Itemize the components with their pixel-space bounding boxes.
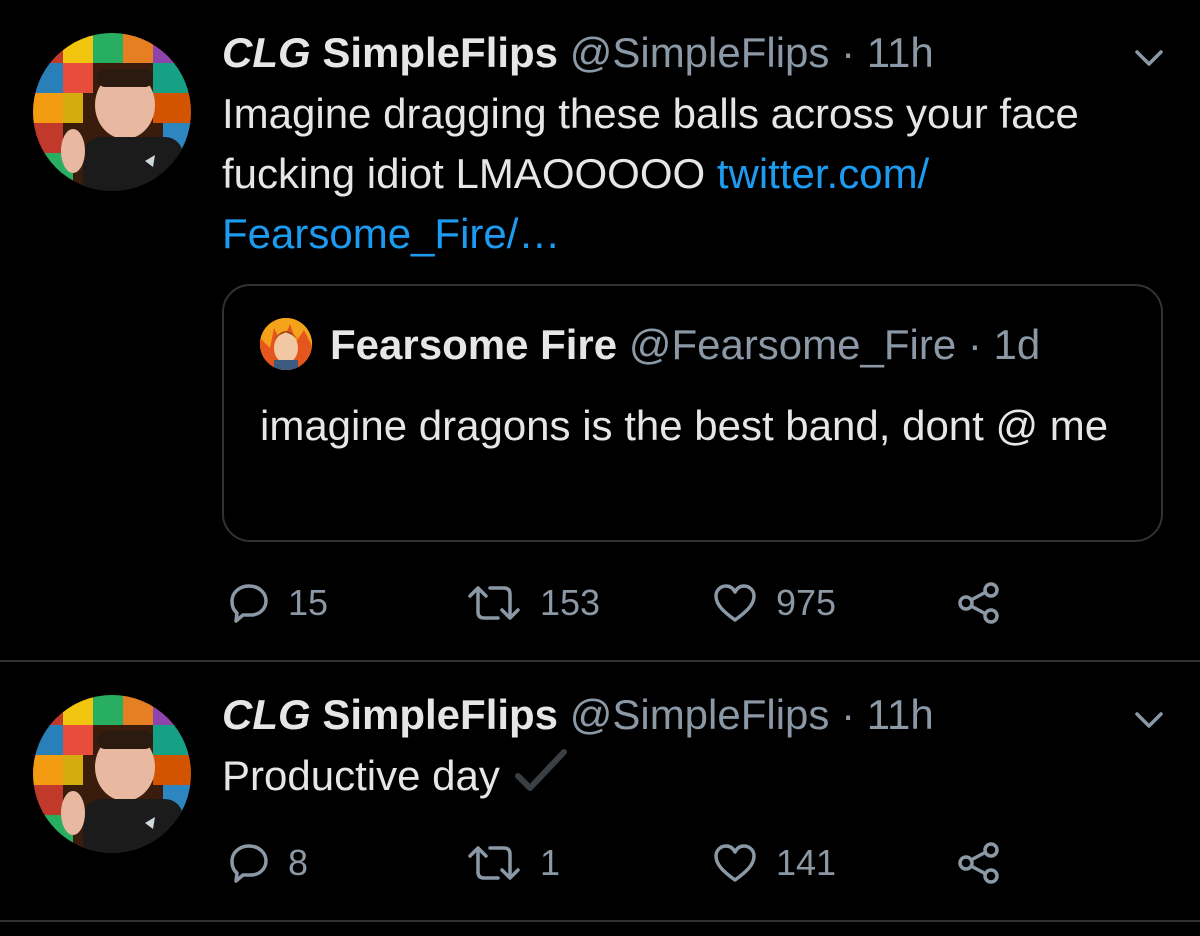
tweet[interactable]: CLG SimpleFlips @SimpleFlips · 11h Produ…: [0, 662, 1200, 920]
chevron-down-icon[interactable]: [1133, 708, 1165, 737]
reply-count: 8: [288, 842, 309, 883]
reply-button[interactable]: 8: [228, 842, 308, 884]
heart-icon: [712, 842, 758, 884]
name-prefix: CLG: [222, 691, 311, 738]
tweet-divider: [0, 920, 1200, 922]
retweet-button[interactable]: 1: [466, 842, 560, 884]
tweet-text: Imagine dragging these balls across your…: [222, 84, 1142, 264]
handle-and-time[interactable]: @SimpleFlips · 11h: [570, 691, 934, 738]
heart-icon: [712, 582, 758, 624]
retweet-button[interactable]: 153: [466, 582, 600, 624]
share-icon: [956, 840, 1002, 886]
like-button[interactable]: 141: [712, 842, 836, 884]
tweet-body: Productive day: [222, 752, 500, 799]
like-count: 975: [776, 582, 837, 623]
tweet[interactable]: CLG SimpleFlips @SimpleFlips · 11h Imagi…: [0, 0, 1200, 660]
quote-display-name[interactable]: Fearsome Fire: [330, 321, 617, 368]
quote-header: Fearsome Fire @Fearsome_Fire · 1d: [330, 320, 1040, 370]
share-button[interactable]: [956, 840, 1020, 886]
retweet-count: 153: [540, 582, 601, 623]
tweet-text: Productive day: [222, 746, 1142, 810]
avatar[interactable]: [260, 318, 312, 370]
share-icon: [956, 580, 1002, 626]
quote-text: imagine dragons is the best band, dont @…: [260, 402, 1109, 449]
share-button[interactable]: [956, 580, 1020, 626]
avatar[interactable]: [33, 33, 191, 191]
like-button[interactable]: 975: [712, 582, 836, 624]
name-prefix: CLG: [222, 29, 311, 76]
tweet-header: CLG SimpleFlips @SimpleFlips · 11h: [222, 690, 934, 740]
reply-count: 15: [288, 582, 329, 623]
reply-button[interactable]: 15: [228, 582, 328, 624]
checkmark-icon: [514, 748, 568, 810]
chevron-down-icon[interactable]: [1133, 46, 1165, 75]
name-text: SimpleFlips: [322, 691, 559, 738]
retweet-count: 1: [540, 842, 561, 883]
handle-and-time[interactable]: @SimpleFlips · 11h: [570, 29, 934, 76]
reply-icon: [228, 582, 270, 624]
avatar[interactable]: [33, 695, 191, 853]
quoted-tweet[interactable]: Fearsome Fire @Fearsome_Fire · 1d imagin…: [222, 284, 1163, 542]
quote-handle-and-time[interactable]: @Fearsome_Fire · 1d: [629, 321, 1040, 368]
retweet-icon: [466, 842, 522, 884]
like-count: 141: [776, 842, 837, 883]
reply-icon: [228, 842, 270, 884]
retweet-icon: [466, 582, 522, 624]
display-name[interactable]: CLG SimpleFlips: [222, 691, 558, 738]
name-text: SimpleFlips: [322, 29, 559, 76]
display-name[interactable]: CLG SimpleFlips: [222, 29, 558, 76]
tweet-header: CLG SimpleFlips @SimpleFlips · 11h: [222, 28, 934, 78]
tweet-body: Imagine dragging these balls across your…: [222, 90, 1079, 197]
